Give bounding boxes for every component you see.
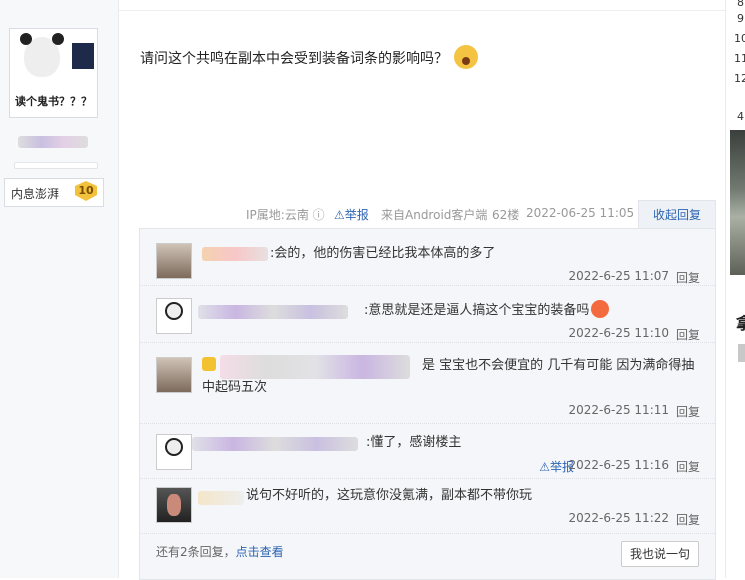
say-something-button[interactable]: 我也说一句 [621,541,699,567]
warning-icon: ⚠ [539,460,550,474]
reply-text: 是 宝宝也不会便宜的 几千有可能 因为满命得抽 [422,358,695,373]
view-more-link[interactable]: 点击查看 [236,545,284,559]
ip-location: IP属地:云南 ⓘ [246,208,325,222]
scream-emoji-icon [454,45,478,69]
reply-button[interactable]: 回复 [676,458,700,475]
reply-text: :懂了，感谢楼主 [366,435,462,450]
more-replies: 还有2条回复，点击查看 [156,545,284,559]
right-num: 11 [734,52,745,65]
right-num: 4 [737,110,744,123]
reply-item: :意思就是还是逼人搞这个宝宝的装备吗 2022-6-25 11:10 回复 [140,286,715,343]
avatar-caption: 读个鬼书？？？ [15,95,92,108]
reply-username-blurred[interactable] [198,491,244,505]
reply-avatar[interactable] [156,298,192,334]
right-num: 9 [737,12,744,25]
rank-badge-box[interactable]: 内息澎湃 10 [4,178,104,207]
side-ad-image[interactable] [730,130,745,275]
warning-icon: ⚠ [334,208,345,222]
post-content: 请问这个共鸣在副本中会受到装备词条的影响吗？ [140,45,478,69]
reply-avatar[interactable] [156,487,192,523]
reply-item: :会的，他的伤害已经比我本体高的多了 2022-6-25 11:07 回复 [140,229,715,286]
level-bar [14,162,98,169]
top-divider [119,10,725,11]
reply-item: 是 宝宝也不会便宜的 几千有可能 因为满命得抽 中起码五次 2022-6-25 … [140,343,715,424]
post-source: 来自Android客户端 [381,208,488,222]
reply-username-blurred[interactable] [220,355,410,379]
reply-date: 2022-6-25 11:10 [568,326,670,340]
right-num: 10 [734,32,745,45]
level-badge: 10 [75,181,97,201]
side-ad-tag [738,344,745,362]
report-link[interactable]: ⚠举报 [334,206,369,223]
reply-button[interactable]: 回复 [676,511,700,528]
reply-avatar[interactable] [156,357,192,393]
reply-button[interactable]: 回复 [676,326,700,343]
author-name-blurred[interactable] [18,136,88,148]
right-sidebar: 8 9 10 11 12 4 拿 [725,0,745,578]
reply-text: :会的，他的伤害已经比我本体高的多了 [270,246,496,261]
reply-date: 2022-6-25 11:07 [568,269,670,283]
reply-date: 2022-6-25 11:16 [568,458,670,472]
reply-date: 2022-6-25 11:11 [568,403,670,417]
reply-text: :意思就是还是逼人搞这个宝宝的装备吗 [364,300,610,322]
reply-username-blurred[interactable] [202,247,268,261]
post-main: 请问这个共鸣在副本中会受到装备词条的影响吗？ IP属地:云南 ⓘ ⚠举报 来自A… [119,0,725,580]
reply-button[interactable]: 回复 [676,403,700,420]
reply-button[interactable]: 回复 [676,269,700,286]
reply-text-line2: 中起码五次 [202,380,268,395]
reply-item: 说句不好听的，这玩意你没氪满，副本都不带你玩 2022-6-25 11:22 回… [140,479,715,534]
panda-meme-image [14,33,94,91]
reply-text: 说句不好听的，这玩意你没氪满，副本都不带你玩 [246,488,533,503]
side-ad-title[interactable]: 拿 [736,310,745,334]
question-icon[interactable]: ⓘ [313,208,325,222]
reply-username-blurred[interactable] [198,305,348,319]
reply-list: :会的，他的伤害已经比我本体高的多了 2022-6-25 11:07 回复 :意… [139,228,716,580]
post-datetime: 2022-06-25 11:05 [526,206,635,220]
reply-date: 2022-6-25 11:22 [568,511,670,525]
author-avatar[interactable]: 读个鬼书？？？ [9,28,98,118]
rank-label: 内息澎湃 [11,187,60,201]
author-sidebar: 读个鬼书？？？ 内息澎湃 10 [0,0,119,578]
reply-username-blurred[interactable] [192,437,358,451]
right-num: 8 [737,0,744,9]
reply-avatar[interactable] [156,243,192,279]
floor-number: 62楼 [492,208,520,222]
reply-item: :懂了，感谢楼主 ⚠举报 2022-6-25 11:16 回复 [140,424,715,479]
right-num: 12 [734,72,745,85]
reply-avatar[interactable] [156,434,192,470]
angry-emoji-icon [591,300,610,318]
post-text: 请问这个共鸣在副本中会受到装备词条的影响吗？ [140,51,448,67]
collapse-replies-button[interactable]: 收起回复 [638,200,716,229]
crown-icon [202,357,216,371]
